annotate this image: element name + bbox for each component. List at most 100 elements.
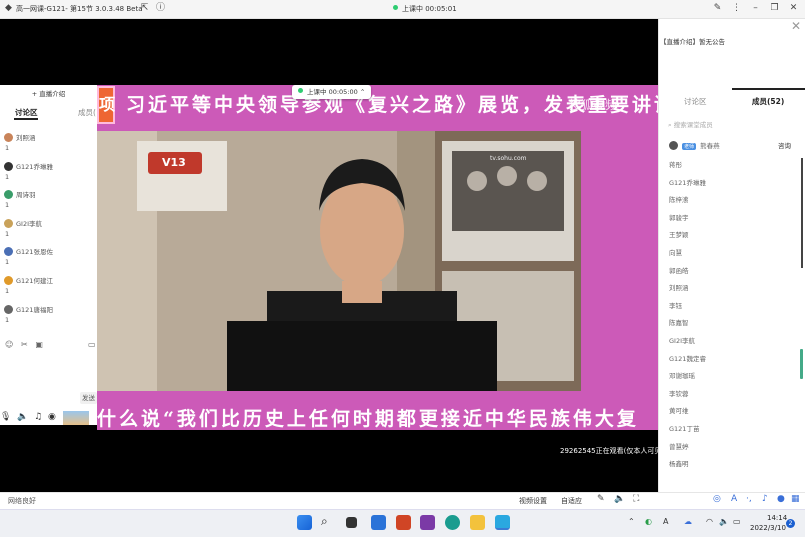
wifi-icon[interactable]: ◠ — [706, 517, 713, 526]
search-taskbar-icon[interactable]: ⌕ — [321, 514, 328, 529]
left-tab-underline — [14, 118, 38, 120]
right-tab-members[interactable]: 成员(52) — [752, 96, 784, 107]
powerpoint-icon[interactable] — [396, 515, 411, 530]
video-banner-badge: 项 — [97, 86, 115, 124]
chat-sender: G121何建江 — [16, 277, 53, 285]
chat-avatar — [4, 304, 13, 314]
tray-cloud-icon[interactable]: ☁ — [684, 517, 692, 526]
mic-off-icon[interactable]: ✎ — [597, 494, 605, 504]
live-status-text: 上课中 00:05:01 — [402, 5, 457, 13]
speaker-icon[interactable]: 🔈 — [17, 412, 28, 422]
task-view-icon[interactable] — [346, 517, 357, 528]
fullscreen-icon[interactable]: ⛶ — [633, 494, 639, 504]
app-logo-icon: ◆ — [5, 3, 12, 13]
clock-date[interactable]: 2022/3/10 — [750, 524, 786, 532]
pill-dot-icon — [298, 88, 303, 93]
volume-icon[interactable]: 🔈 — [614, 494, 625, 504]
classroom-app-icon[interactable] — [495, 515, 510, 530]
chat-avatar — [4, 276, 13, 285]
member-item[interactable]: 向慧 — [669, 247, 682, 257]
external-link-icon[interactable]: ⇱ — [139, 3, 150, 14]
host-member[interactable]: 老师 熊春燕 — [669, 140, 720, 150]
clock-time[interactable]: 14:14 — [767, 514, 787, 522]
live-status: 上课中 00:05:01 — [393, 4, 457, 14]
tray-chevron-icon[interactable]: ⌃ — [628, 517, 635, 526]
video-settings-button[interactable]: 视频设置 — [519, 496, 547, 506]
member-item[interactable]: 邓谢珈瑶 — [669, 370, 695, 380]
member-item[interactable]: 黄可维 — [669, 405, 689, 415]
member-item[interactable]: 陈梓潆 — [669, 194, 689, 204]
status-bar — [0, 492, 805, 509]
volume-tray-icon[interactable]: 🔈 — [719, 517, 729, 526]
chat-avatar — [4, 190, 13, 200]
image-icon[interactable]: ▣ — [35, 340, 43, 349]
restore-icon[interactable]: ❐ — [769, 3, 780, 14]
apps-icon[interactable]: ▦ — [791, 494, 800, 504]
member-scroll-thumb[interactable] — [800, 349, 803, 379]
minimize-icon[interactable]: – — [750, 3, 761, 14]
member-item[interactable]: 郭函皓 — [669, 265, 689, 275]
close-panel-icon[interactable]: ✕ — [791, 19, 801, 33]
member-item[interactable]: 刘照涵 — [669, 282, 689, 292]
member-item[interactable]: 杨鑫明 — [669, 458, 689, 468]
video-watermark: 搜狐视频 — [569, 98, 618, 112]
member-item[interactable]: 郭骏宇 — [669, 212, 689, 222]
chat-message: 1 — [5, 201, 10, 210]
member-item[interactable]: 蒋彤 — [669, 159, 682, 169]
chat-avatar — [4, 133, 13, 142]
member-item[interactable]: G121丁苗 — [669, 423, 699, 433]
more-icon[interactable]: ⋮ — [731, 3, 742, 14]
chat-item: 周诗羽 — [4, 189, 36, 200]
user-icon[interactable]: ● — [777, 494, 785, 504]
pin-icon[interactable]: ✎ — [712, 3, 723, 14]
pill-text: 上课中 00:05:00 — [307, 88, 358, 96]
send-button[interactable]: 发送 — [80, 392, 97, 404]
text-size-icon[interactable]: A — [731, 494, 737, 504]
ai-icon[interactable]: ◎ — [713, 494, 721, 504]
chat-avatar — [4, 247, 13, 257]
left-tab-members[interactable]: 成员( — [78, 107, 96, 118]
member-scrollbar[interactable] — [801, 158, 803, 268]
emoji-icon[interactable]: ☺ — [5, 340, 13, 349]
chat-item: 刘照涵 — [4, 132, 36, 142]
consult-button[interactable]: 咨询 — [778, 140, 791, 150]
live-timer-pill[interactable]: 上课中 00:05:00 ⌃ — [292, 85, 372, 99]
member-item[interactable]: GI2I李航 — [669, 335, 695, 345]
punctuation-icon[interactable]: ·, — [746, 494, 752, 504]
notification-badge[interactable]: 2 — [786, 519, 795, 528]
adapt-button[interactable]: 自适应 — [561, 496, 582, 506]
browser-icon[interactable] — [445, 515, 460, 530]
chat-item: G121张恩佐 — [4, 246, 53, 257]
widgets-icon[interactable] — [371, 515, 386, 530]
voice-icon[interactable]: ♪ — [762, 494, 768, 504]
file-explorer-icon[interactable] — [470, 515, 485, 530]
thumbnail-image[interactable] — [63, 411, 89, 425]
tray-app-icon[interactable]: ◐ — [645, 517, 652, 526]
chat-sender: G121唐福阳 — [16, 305, 53, 314]
battery-icon[interactable]: ▭ — [733, 517, 741, 526]
intro-link[interactable]: + 直播介绍 — [0, 88, 97, 98]
mic-icon[interactable]: 🎙 — [0, 412, 11, 422]
scissors-icon[interactable]: ✂ — [21, 340, 28, 349]
chat-bubble-icon[interactable]: ▭ — [88, 340, 96, 349]
member-item[interactable]: 曾慧婷 — [669, 441, 689, 451]
member-item[interactable]: 王梦颖 — [669, 229, 689, 239]
member-item[interactable]: G121魏定睿 — [669, 353, 706, 363]
onenote-icon[interactable] — [420, 515, 435, 530]
left-tab-discuss[interactable]: 讨论区 — [15, 107, 38, 118]
left-toolbar: 🎙 🔈 ♫ ◉ — [0, 412, 56, 422]
network-status: 网络良好 — [8, 497, 36, 505]
member-item[interactable]: 李钰 — [669, 300, 682, 310]
windows-start-icon[interactable] — [297, 515, 312, 530]
member-search-input[interactable]: ⌕ 搜索课堂成员 — [668, 119, 798, 132]
member-item[interactable]: 陈嘉智 — [669, 317, 689, 327]
music-icon[interactable]: ♫ — [34, 412, 42, 422]
close-window-icon[interactable]: ✕ — [788, 3, 799, 14]
ime-indicator[interactable]: A — [663, 517, 668, 526]
chat-tools: ☺ ✂ ▣ — [5, 340, 43, 349]
member-item[interactable]: 李钦蓉 — [669, 388, 689, 398]
right-tab-discuss[interactable]: 讨论区 — [684, 96, 707, 107]
info-icon[interactable]: ⓘ — [155, 3, 166, 14]
location-icon[interactable]: ◉ — [48, 412, 56, 422]
member-item[interactable]: G121乔琳雅 — [669, 177, 706, 187]
